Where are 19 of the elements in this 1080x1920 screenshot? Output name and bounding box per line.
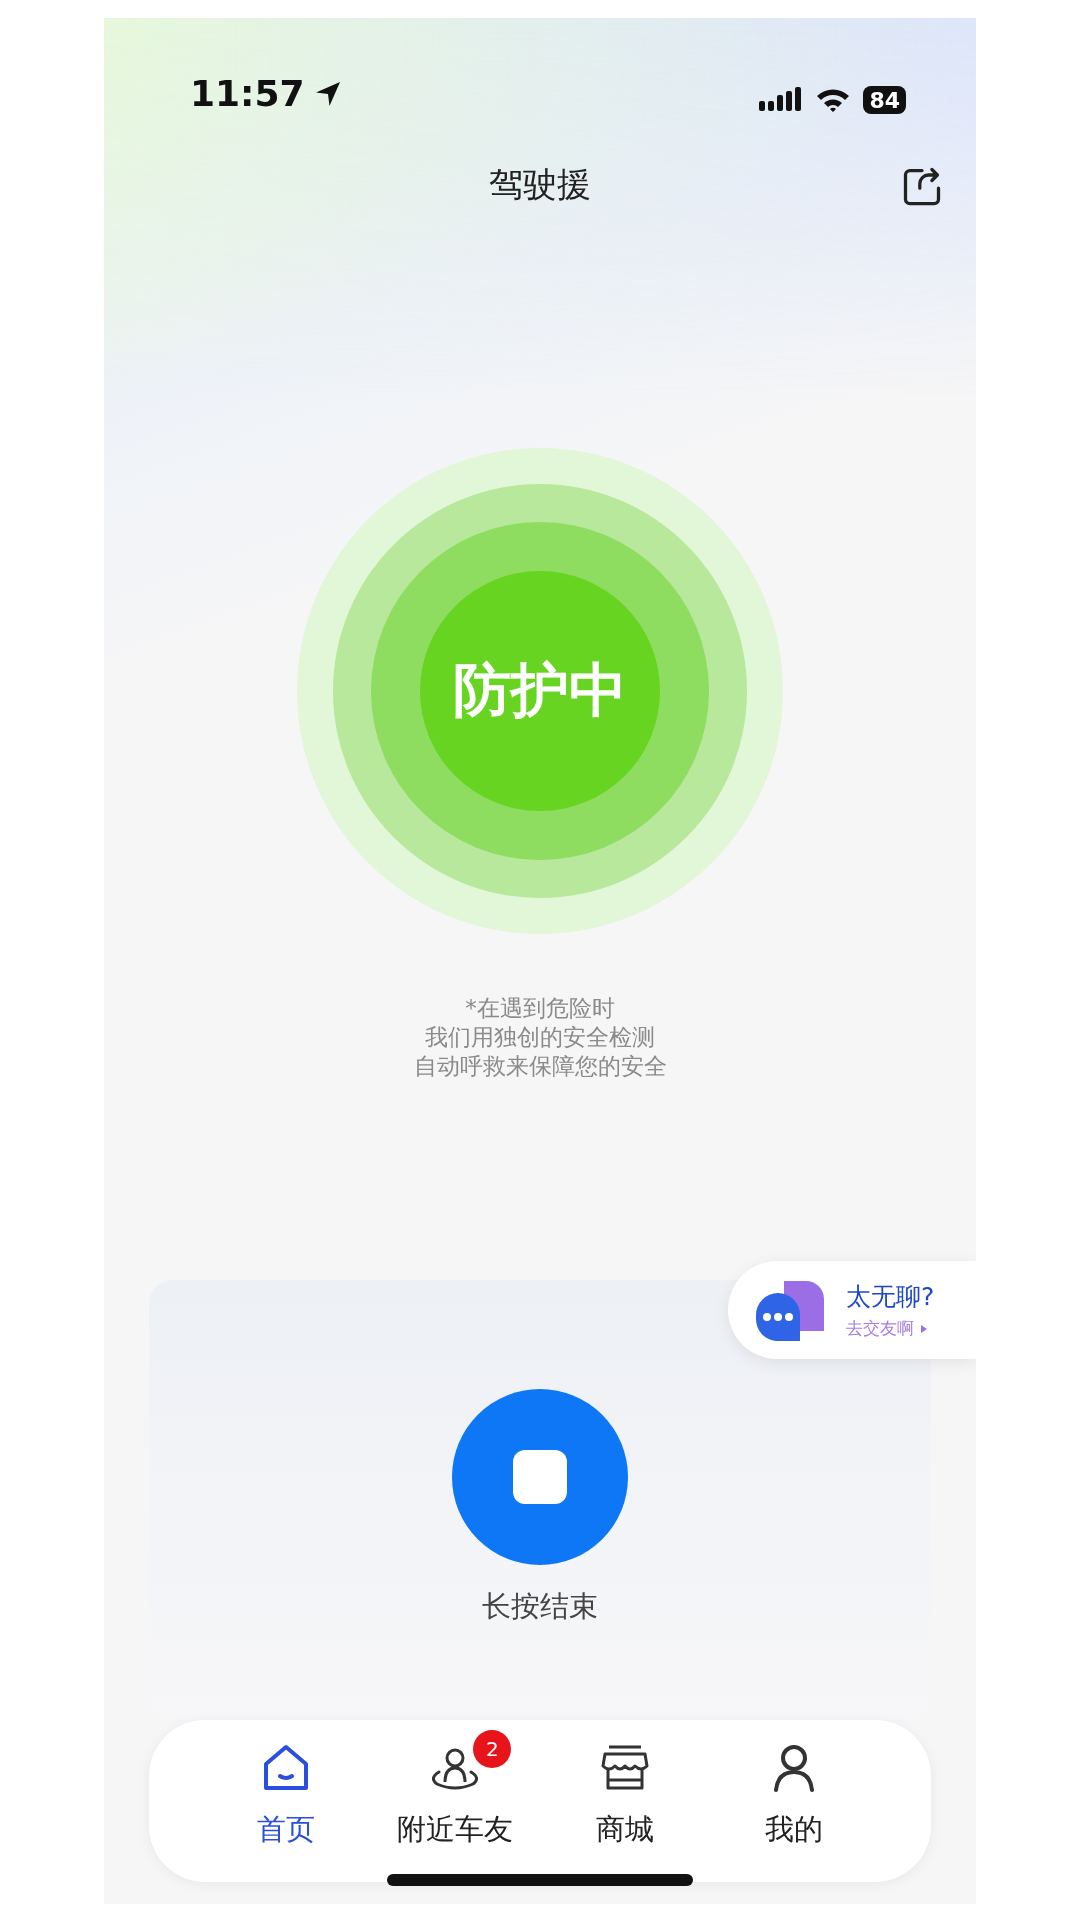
stop-icon [513,1450,567,1504]
tab[interactable]: 首页 [205,1728,366,1850]
wifi-icon [815,87,852,113]
notice-text: 我们用独创的安全检测 [425,1023,655,1052]
chat-prompt-subtitle: 去交友啊 [846,1317,914,1340]
chat-prompt-title: 太无聊? [846,1281,935,1313]
notice-text: 自动呼救来保障您的安全 [413,1052,667,1081]
tab[interactable]: 2 附近车友 [375,1728,536,1850]
notification-badge: 2 [473,1730,512,1768]
signal-icon [759,87,804,113]
tab[interactable]: 我的 [714,1728,875,1850]
page-title: 驾驶援 [489,163,591,206]
battery-icon: 84 [863,86,906,114]
status-time: 11:57 [190,73,305,114]
caret-icon [920,1323,928,1334]
stop-label: 长按结束 [482,1588,598,1625]
chat-prompt-card[interactable]: 太无聊? 去交友啊 [728,1261,976,1359]
tab[interactable]: 商城 [544,1728,705,1850]
notice-text: *在遇到危险时 [465,994,615,1023]
